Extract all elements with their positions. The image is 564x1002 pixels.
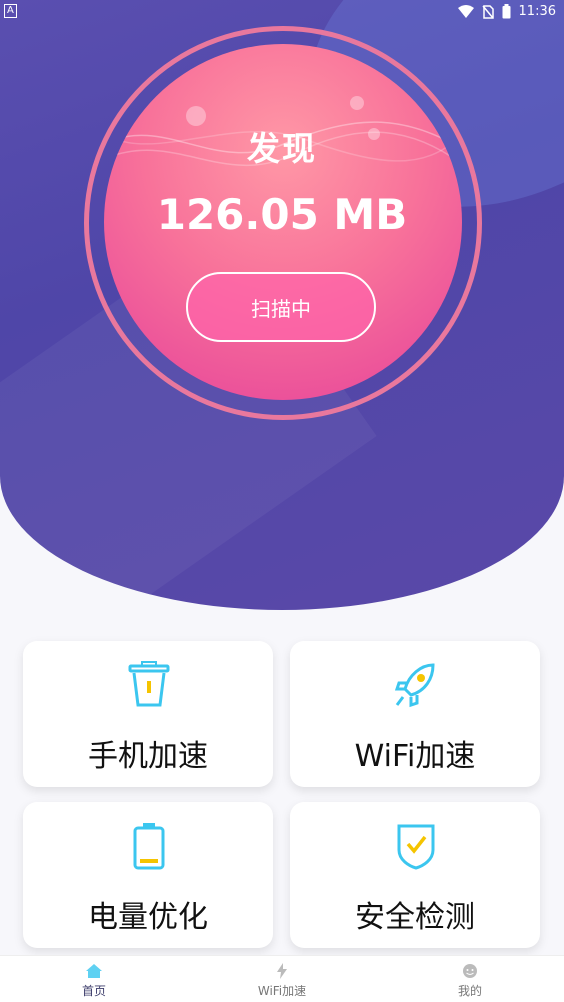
tab-label: WiFi加速 [257, 984, 307, 998]
face-icon [463, 964, 477, 978]
notification-indicator: A [4, 4, 17, 18]
trash-icon [128, 661, 170, 707]
battery-icon [133, 823, 165, 870]
battery-status-icon [502, 4, 511, 19]
found-label: 发现 [247, 129, 317, 168]
junk-size-value: 126.05 MB [156, 190, 408, 239]
card-phone-boost[interactable]: 手机加速 [23, 641, 273, 787]
tab-label: 我的 [457, 984, 482, 998]
scanning-button[interactable]: 扫描中 [186, 272, 376, 342]
home-icon [86, 964, 102, 978]
tab-label: 首页 [81, 984, 106, 998]
lightning-icon [277, 963, 287, 979]
card-wifi-boost[interactable]: WiFi加速 [290, 641, 540, 787]
card-label: WiFi加速 [354, 739, 476, 774]
bubble-decoration [350, 96, 364, 110]
tab-wifi-boost[interactable]: WiFi加速 [188, 956, 376, 1002]
card-label: 电量优化 [88, 900, 208, 935]
tab-profile[interactable]: 我的 [376, 956, 564, 1002]
shield-check-icon [397, 824, 435, 870]
bottom-tab-bar: 首页 WiFi加速 我的 [0, 955, 564, 1002]
wifi-icon [457, 4, 474, 18]
no-sim-icon [481, 4, 494, 19]
tab-home[interactable]: 首页 [0, 956, 188, 1002]
card-security-check[interactable]: 安全检测 [290, 802, 540, 948]
rocket-icon [395, 663, 435, 708]
card-label: 手机加速 [88, 739, 208, 774]
card-label: 安全检测 [355, 900, 475, 935]
card-battery-optimize[interactable]: 电量优化 [23, 802, 273, 948]
clock: 11:36 [518, 4, 556, 19]
status-bar: A 11:36 [0, 0, 564, 24]
